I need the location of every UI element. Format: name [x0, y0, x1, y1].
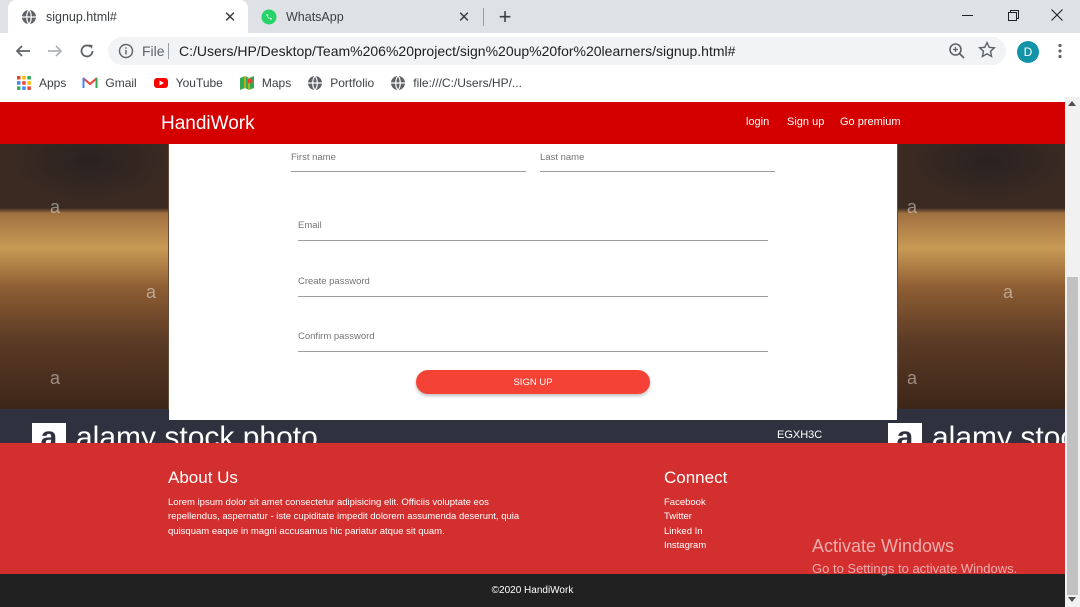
bookmark-label: Maps	[261, 76, 292, 90]
bookmark-label: Portfolio	[330, 76, 375, 90]
tab-signup[interactable]: signup.html# ✕	[8, 0, 248, 33]
forward-arrow-icon[interactable]	[43, 39, 67, 63]
nav-premium-link[interactable]: Go premium	[840, 116, 901, 128]
tab-strip: signup.html# ✕ WhatsApp ✕ +	[0, 0, 1080, 33]
tab-title: signup.html#	[46, 9, 117, 24]
email-field[interactable]: Email	[298, 213, 768, 241]
bookmark-apps[interactable]: Apps	[16, 75, 66, 91]
watermark: a	[146, 282, 157, 302]
about-heading: About Us	[168, 468, 238, 487]
menu-dots-icon[interactable]	[1050, 41, 1070, 61]
bookmark-youtube[interactable]: YouTube	[153, 75, 223, 91]
bookmark-label: Apps	[39, 76, 67, 90]
bookmarks-bar: Apps Gmail YouTube Maps Portfolio file:/…	[0, 69, 1080, 97]
reload-icon[interactable]	[75, 39, 99, 63]
maps-icon	[239, 76, 254, 90]
browser-toolbar: File C:/Users/HP/Desktop/Team%206%20proj…	[0, 33, 1080, 69]
watermark: a	[50, 197, 61, 217]
email-label: Email	[298, 220, 322, 231]
watermark: a	[907, 368, 918, 388]
scheme-label: File	[142, 43, 165, 59]
workshop-photo-left	[0, 141, 168, 409]
confirm-password-field[interactable]: Confirm password	[298, 324, 768, 352]
bookmark-label: YouTube	[175, 76, 223, 90]
activate-subtitle: Go to Settings to activate Windows.	[812, 561, 1018, 576]
nav-login-link[interactable]: login	[746, 116, 769, 128]
tab-divider	[483, 8, 484, 26]
globe-icon	[22, 9, 36, 24]
linkedin-link[interactable]: Linked In	[664, 525, 706, 539]
alamy-logo: aalamy stock photo	[888, 423, 1065, 443]
watermark: a	[1003, 282, 1014, 302]
social-links: Facebook Twitter Linked In Instagram	[664, 496, 706, 553]
globe-icon	[391, 75, 406, 91]
gmail-icon	[82, 77, 99, 88]
page-viewport: a a a a a a a alamy stock photo EGXH3C aa…	[0, 97, 1065, 607]
profile-avatar[interactable]: D	[1017, 41, 1039, 63]
minimize-icon[interactable]	[944, 0, 990, 30]
close-window-icon[interactable]	[1034, 0, 1080, 30]
facebook-link[interactable]: Facebook	[664, 496, 706, 510]
tab-title: WhatsApp	[286, 9, 344, 24]
bookmark-gmail[interactable]: Gmail	[82, 75, 137, 91]
workshop-photo-right	[898, 141, 1065, 409]
bookmark-star-icon[interactable]	[978, 41, 996, 59]
address-bar[interactable]: File C:/Users/HP/Desktop/Team%206%20proj…	[108, 37, 1006, 65]
back-arrow-icon[interactable]	[11, 39, 35, 63]
signup-button[interactable]: SIGN UP	[416, 370, 650, 394]
signup-form: First name Last name Email Create passwo…	[169, 141, 897, 420]
bookmark-label: Gmail	[105, 76, 137, 90]
new-tab-icon[interactable]: +	[494, 6, 516, 28]
scheme-divider	[168, 43, 169, 59]
close-tab-icon[interactable]: ✕	[220, 7, 240, 27]
url-text[interactable]: C:/Users/HP/Desktop/Team%206%20project/s…	[179, 43, 735, 59]
first-name-label: First name	[291, 152, 336, 163]
watermark: a	[50, 368, 61, 388]
instagram-link[interactable]: Instagram	[664, 539, 706, 553]
activate-title: Activate Windows	[812, 536, 955, 556]
bookmark-label: file:///C:/Users/HP/...	[413, 76, 522, 90]
bookmark-maps[interactable]: Maps	[239, 75, 291, 91]
page-scrollbar[interactable]	[1065, 97, 1080, 607]
connect-heading: Connect	[664, 468, 728, 487]
last-name-label: Last name	[540, 152, 585, 163]
activate-windows-watermark: Activate Windows Go to Settings to activ…	[812, 536, 1017, 576]
apps-grid-icon	[17, 76, 31, 90]
create-password-label: Create password	[298, 276, 370, 287]
scroll-down-arrow-icon[interactable]	[1068, 597, 1076, 602]
brand-logo[interactable]: HandiWork	[161, 113, 255, 135]
nav-signup-link[interactable]: Sign up	[787, 116, 824, 128]
bookmark-file[interactable]: file:///C:/Users/HP/...	[390, 75, 522, 91]
scroll-up-arrow-icon[interactable]	[1068, 101, 1076, 106]
last-name-field[interactable]: Last name	[540, 141, 775, 172]
restore-icon[interactable]	[990, 0, 1036, 30]
image-code: EGXH3C	[777, 429, 823, 441]
globe-icon	[308, 75, 323, 91]
twitter-link[interactable]: Twitter	[664, 510, 706, 524]
close-tab-icon[interactable]: ✕	[454, 7, 474, 27]
bookmark-portfolio[interactable]: Portfolio	[307, 75, 374, 91]
create-password-field[interactable]: Create password	[298, 269, 768, 297]
whatsapp-icon	[261, 9, 277, 24]
info-icon[interactable]	[118, 43, 134, 59]
alamy-logo: aalamy stock photo	[32, 423, 318, 443]
tab-whatsapp[interactable]: WhatsApp ✕	[248, 0, 482, 33]
zoom-icon[interactable]	[948, 42, 966, 60]
scrollbar-thumb[interactable]	[1067, 277, 1078, 595]
first-name-field[interactable]: First name	[291, 141, 526, 172]
copyright-bar: ©2020 HandiWork	[0, 574, 1065, 607]
watermark: a	[907, 197, 918, 217]
confirm-password-label: Confirm password	[298, 331, 375, 342]
site-header: HandiWork login Sign up Go premium	[0, 102, 1065, 144]
youtube-icon	[153, 78, 168, 88]
about-text: Lorem ipsum dolor sit amet consectetur a…	[168, 497, 520, 537]
